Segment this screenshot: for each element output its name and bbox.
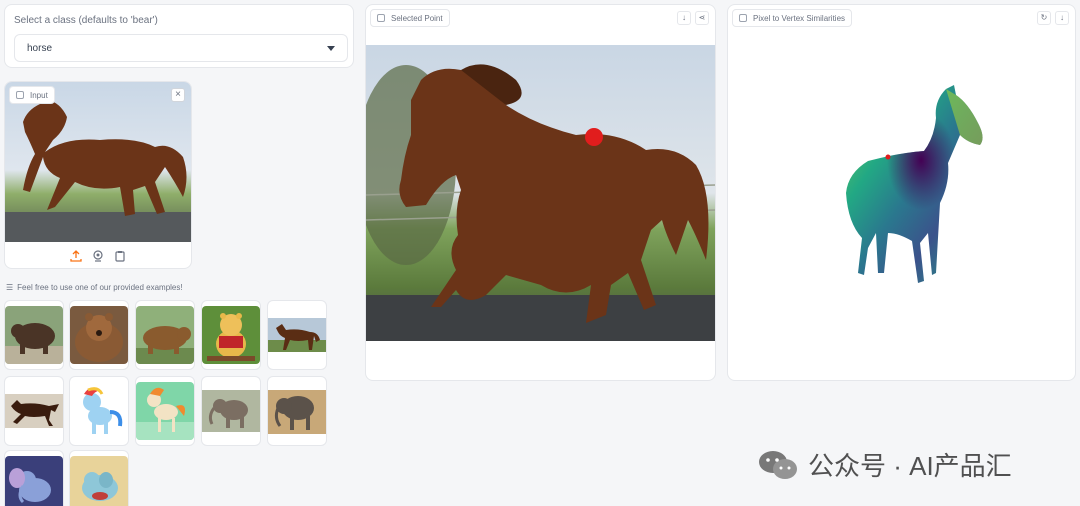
example-thumbnail[interactable] bbox=[69, 376, 129, 446]
close-icon[interactable]: × bbox=[171, 88, 185, 102]
input-label: Input bbox=[30, 90, 48, 100]
bear-image bbox=[5, 306, 63, 364]
similarity-marker bbox=[885, 154, 891, 160]
download-icon[interactable]: ↓ bbox=[1055, 11, 1069, 25]
example-thumbnail[interactable] bbox=[4, 300, 64, 370]
image-icon bbox=[739, 14, 747, 22]
bear-image bbox=[136, 306, 194, 364]
example-thumbnail[interactable] bbox=[135, 300, 195, 370]
examples-label: Feel free to use one of our provided exa… bbox=[17, 283, 183, 292]
watermark: 公众号 · AI产品汇 bbox=[758, 446, 1012, 483]
example-thumbnail[interactable] bbox=[69, 450, 129, 506]
selected-point-marker[interactable] bbox=[585, 128, 603, 146]
class-dropdown[interactable]: horse bbox=[14, 34, 348, 62]
elephant-image bbox=[268, 382, 326, 440]
chevron-down-icon bbox=[327, 45, 335, 51]
example-thumbnail[interactable] bbox=[267, 300, 327, 370]
wechat-icon bbox=[758, 450, 798, 480]
download-icon[interactable]: ↓ bbox=[677, 11, 691, 25]
example-thumbnail[interactable] bbox=[267, 376, 327, 446]
class-selector-label: Select a class (defaults to 'bear') bbox=[14, 15, 158, 26]
similarities-label: Pixel to Vertex Similarities bbox=[753, 13, 846, 23]
example-thumbnail[interactable] bbox=[201, 300, 261, 370]
selected-point-label: Selected Point bbox=[391, 13, 443, 23]
example-thumbnail[interactable] bbox=[4, 376, 64, 446]
example-thumbnail[interactable] bbox=[4, 450, 64, 506]
examples-header: ☰ Feel free to use one of our provided e… bbox=[6, 283, 183, 292]
similarities-panel: Pixel to Vertex Similarities ↻ ↓ bbox=[727, 4, 1076, 381]
rainbow-dash-image bbox=[70, 382, 128, 440]
refresh-icon[interactable]: ↻ bbox=[1037, 11, 1051, 25]
class-selector-panel: Select a class (defaults to 'bear') hors… bbox=[4, 4, 354, 68]
selected-point-panel: Selected Point ↓ ⋖ bbox=[365, 4, 716, 381]
example-thumbnail[interactable] bbox=[69, 300, 129, 370]
clipboard-icon[interactable] bbox=[114, 250, 126, 262]
bear-image bbox=[70, 306, 128, 364]
pooh-image bbox=[202, 306, 260, 364]
dumbo-image bbox=[5, 456, 63, 506]
elephant-image bbox=[202, 382, 260, 440]
ponyta-image bbox=[136, 382, 194, 440]
phanpy-image bbox=[70, 456, 128, 506]
input-horse-image bbox=[5, 82, 191, 242]
horse-similarity-mesh bbox=[846, 85, 983, 283]
upload-icon[interactable] bbox=[70, 250, 82, 262]
selected-horse-image[interactable] bbox=[366, 45, 715, 341]
horse-image bbox=[268, 306, 326, 364]
example-thumbnail[interactable] bbox=[201, 376, 261, 446]
selected-point-label-chip: Selected Point bbox=[370, 9, 450, 27]
horse-image bbox=[5, 382, 63, 440]
similarities-label-chip: Pixel to Vertex Similarities bbox=[732, 9, 853, 27]
share-icon[interactable]: ⋖ bbox=[695, 11, 709, 25]
input-toolbar bbox=[5, 244, 191, 268]
example-thumbnail[interactable] bbox=[135, 376, 195, 446]
webcam-icon[interactable] bbox=[92, 250, 104, 262]
image-icon bbox=[16, 91, 24, 99]
image-icon bbox=[377, 14, 385, 22]
input-label-chip: Input bbox=[9, 86, 55, 104]
watermark-text: 公众号 · AI产品汇 bbox=[808, 451, 1012, 481]
input-image-panel[interactable]: Input × bbox=[4, 81, 192, 269]
class-dropdown-value: horse bbox=[27, 42, 53, 54]
list-icon: ☰ bbox=[6, 283, 14, 292]
